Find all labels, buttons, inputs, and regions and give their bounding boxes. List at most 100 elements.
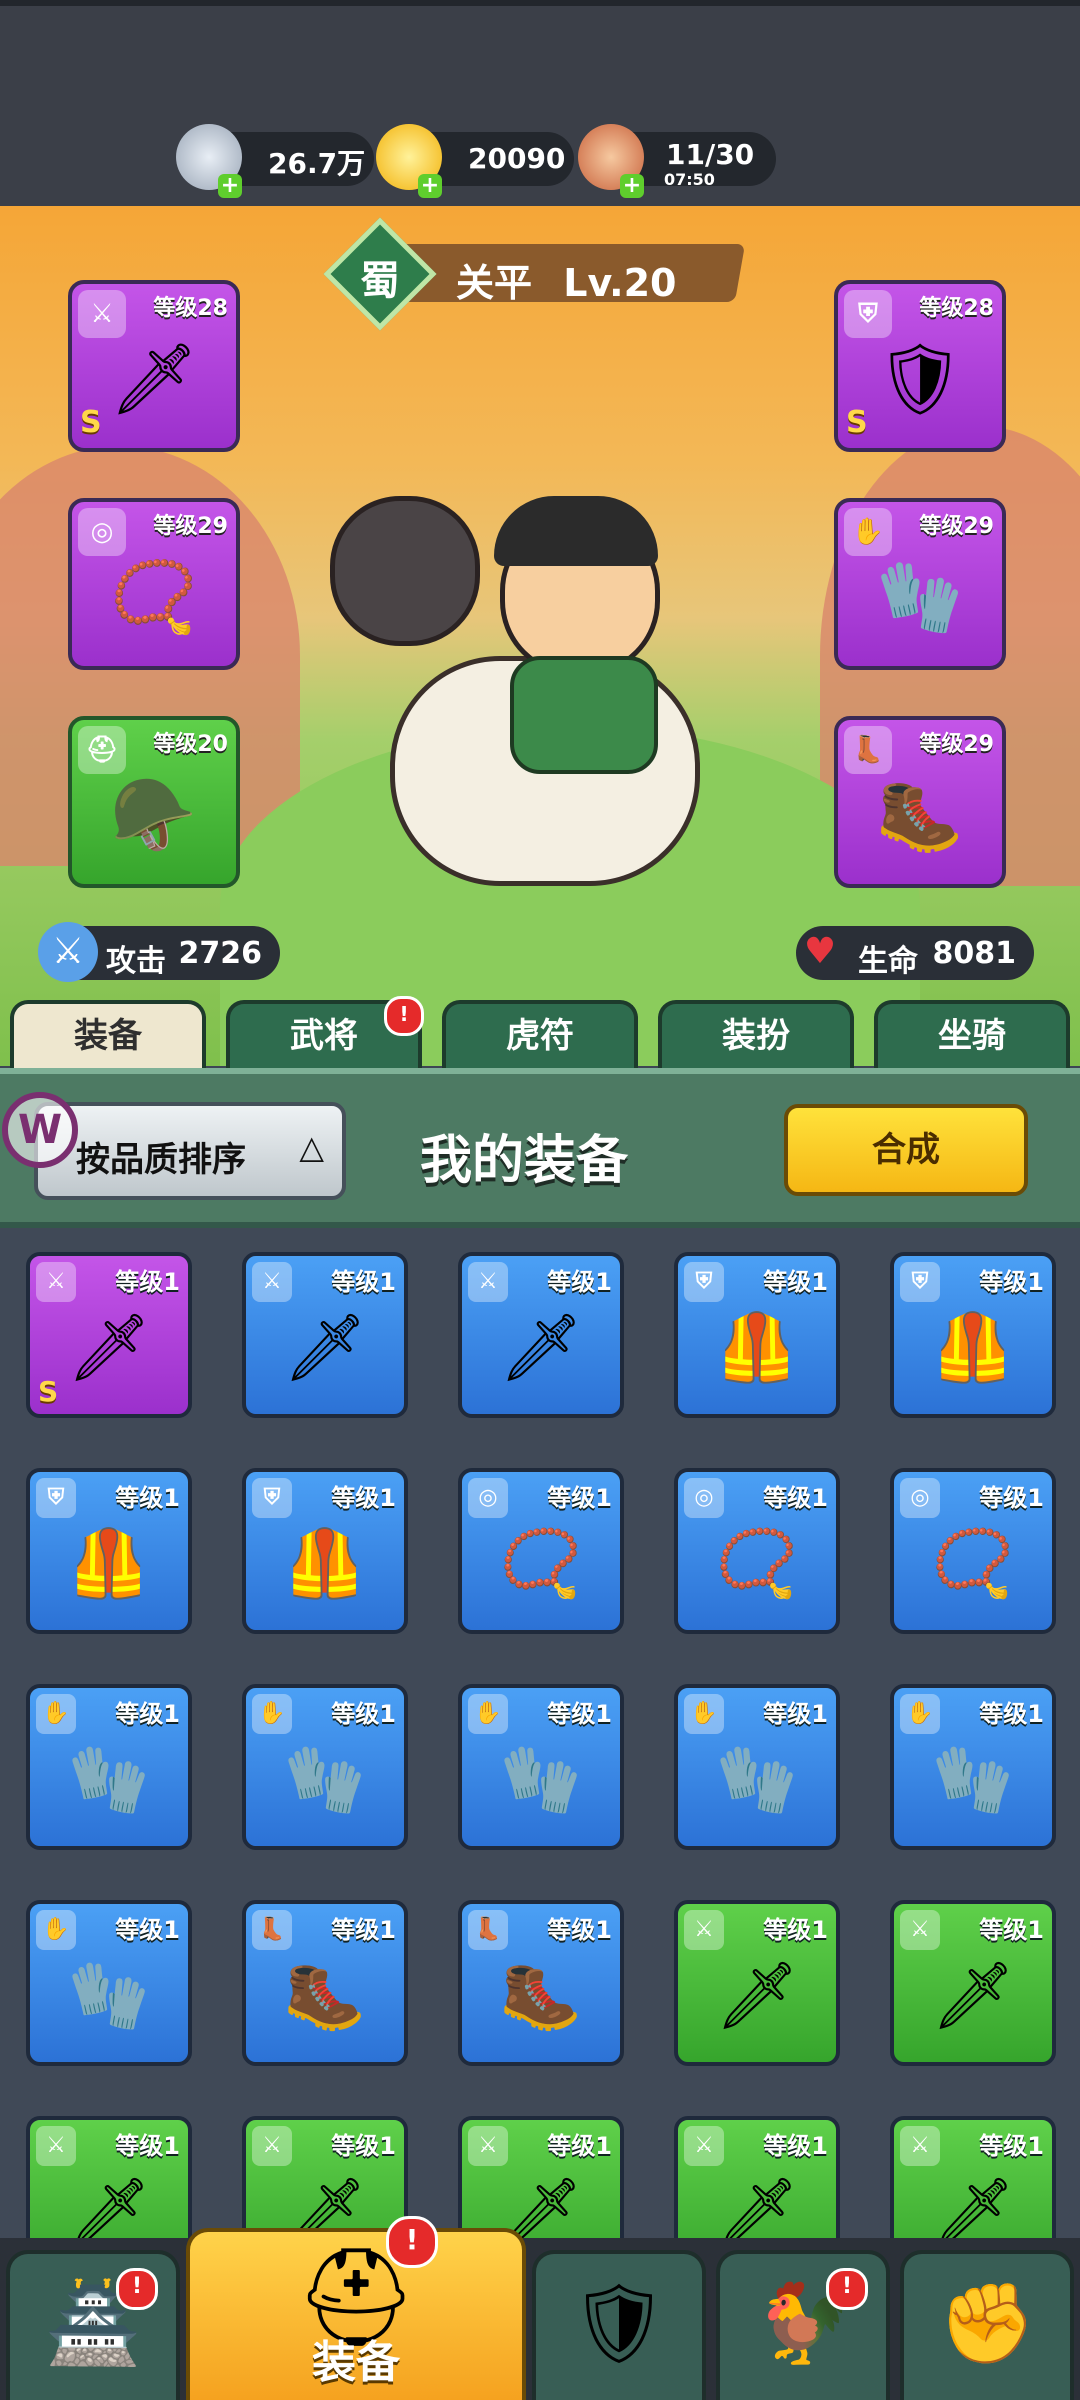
weapon-art-icon: 🗡 bbox=[931, 1956, 1015, 2034]
inventory-item[interactable]: ⛨ 等级1 🦺 bbox=[26, 1468, 192, 1634]
equip-level: 等级29 bbox=[153, 514, 228, 539]
nav-summon[interactable]: 🐓 ! bbox=[716, 2250, 890, 2400]
equip-level: 等级20 bbox=[153, 732, 228, 757]
equip-slot-weapon[interactable]: ⚔ 等级28 🗡 S bbox=[68, 280, 240, 452]
inventory-item[interactable]: ✋ 等级1 🧤 bbox=[26, 1684, 192, 1850]
gloves-art-icon: 🧤 bbox=[931, 1740, 1015, 1818]
alert-badge: ! bbox=[386, 2216, 438, 2268]
nav-battle[interactable]: 🛡 bbox=[532, 2250, 706, 2400]
attack-label: 攻击 bbox=[106, 944, 166, 979]
inventory-item[interactable]: ⚔ 等级1 🗡 bbox=[242, 1252, 408, 1418]
inventory-item[interactable]: ✋ 等级1 🧤 bbox=[242, 1684, 408, 1850]
inventory-item[interactable]: ◎ 等级1 📿 bbox=[674, 1468, 840, 1634]
inventory-item[interactable]: ⚔ 等级1 🗡 bbox=[26, 2116, 192, 2238]
tab-outfit[interactable]: 装扮 bbox=[658, 1000, 854, 1068]
item-level: 等级1 bbox=[763, 2132, 828, 2160]
equip-slot-boots[interactable]: 👢 等级29 🥾 bbox=[834, 716, 1006, 888]
amulet-icon: ◎ bbox=[900, 1478, 940, 1518]
inventory-item[interactable]: ⚔ 等级1 🗡 bbox=[890, 1900, 1056, 2066]
amulet-art-icon: 📿 bbox=[499, 1524, 583, 1602]
plus-icon[interactable]: + bbox=[418, 174, 442, 198]
weapon-art-icon: 🗡 bbox=[499, 1308, 583, 1386]
weapon-icon: ⚔ bbox=[468, 2126, 508, 2166]
inventory-item[interactable]: 👢 等级1 🥾 bbox=[242, 1900, 408, 2066]
helmet-art-icon: 🪖 bbox=[110, 774, 198, 857]
inventory-item[interactable]: ⚔ 等级1 🗡 bbox=[242, 2116, 408, 2238]
weapon-icon: ⚔ bbox=[36, 1262, 76, 1302]
item-level: 等级1 bbox=[763, 1916, 828, 1944]
rarity-badge: S bbox=[846, 405, 868, 440]
inventory-item[interactable]: ◎ 等级1 📿 bbox=[890, 1468, 1056, 1634]
stamina-resource[interactable]: 11/30 07:50 + bbox=[578, 124, 776, 198]
weapon-icon: ⚔ bbox=[900, 2126, 940, 2166]
nav-castle[interactable]: 🏯 ! bbox=[6, 2250, 180, 2400]
tab-tiger-tally[interactable]: 虎符 bbox=[442, 1000, 638, 1068]
inventory-item[interactable]: ⚔ 等级1 🗡 bbox=[890, 2116, 1056, 2238]
armor-icon: ⛨ bbox=[900, 1262, 940, 1302]
inventory-item[interactable]: ⛨ 等级1 🦺 bbox=[674, 1252, 840, 1418]
faction-label: 蜀 bbox=[360, 258, 400, 304]
amulet-icon: ◎ bbox=[468, 1478, 508, 1518]
equip-level: 等级28 bbox=[919, 296, 994, 321]
weapon-art-icon: 🗡 bbox=[931, 2172, 1015, 2238]
hp-label: 生命 bbox=[858, 944, 918, 979]
inventory-item[interactable]: ⚔ 等级1 🗡 bbox=[674, 2116, 840, 2238]
tab-generals[interactable]: 武将 ! bbox=[226, 996, 424, 1068]
hero-level: Lv.20 bbox=[563, 261, 677, 305]
combine-button[interactable]: 合成 bbox=[784, 1104, 1028, 1196]
weapon-icon: ⚔ bbox=[78, 290, 126, 338]
equip-slot-armor[interactable]: ⛨ 等级28 🛡 S bbox=[834, 280, 1006, 452]
inventory-item[interactable]: ✋ 等级1 🧤 bbox=[458, 1684, 624, 1850]
item-level: 等级1 bbox=[979, 1268, 1044, 1296]
fist-upgrade-icon: ✊ bbox=[938, 2279, 1036, 2369]
bottom-navigation: 🏯 ! ⛑ 装备 ! 🛡 🐓 ! ✊ bbox=[0, 2216, 1080, 2400]
item-level: 等级1 bbox=[547, 2132, 612, 2160]
crossed-swords-shield-icon: 🛡 bbox=[569, 2279, 669, 2369]
inventory-item[interactable]: ⛨ 等级1 🦺 bbox=[242, 1468, 408, 1634]
armor-icon: ⛨ bbox=[684, 1262, 724, 1302]
weapon-icon: ⚔ bbox=[900, 1910, 940, 1950]
hero-character[interactable] bbox=[330, 456, 750, 1016]
weapon-icon: ⚔ bbox=[684, 1910, 724, 1950]
hero-name: 关平 bbox=[456, 261, 533, 305]
armor-icon: ⛨ bbox=[36, 1478, 76, 1518]
equip-slot-amulet[interactable]: ◎ 等级29 📿 bbox=[68, 498, 240, 670]
tab-mount[interactable]: 坐骑 bbox=[874, 1000, 1070, 1068]
nav-upgrade[interactable]: ✊ bbox=[900, 2250, 1074, 2400]
inventory-item[interactable]: ⚔ 等级1 🗡 S bbox=[26, 1252, 192, 1418]
helmet-icon: ⛑ bbox=[78, 726, 126, 774]
triangle-up-icon: △ bbox=[299, 1128, 324, 1166]
gauntlet-icon: 🧤 bbox=[876, 556, 964, 639]
inventory-item[interactable]: ✋ 等级1 🧤 bbox=[674, 1684, 840, 1850]
hero-body bbox=[510, 656, 658, 774]
silver-value: 26.7万 bbox=[268, 147, 366, 180]
item-level: 等级1 bbox=[331, 1268, 396, 1296]
watermark-logo-icon: W bbox=[2, 1092, 78, 1168]
inventory-item[interactable]: ◎ 等级1 📿 bbox=[458, 1468, 624, 1634]
inventory-item[interactable]: ⚔ 等级1 🗡 bbox=[458, 2116, 624, 2238]
amulet-icon: ◎ bbox=[684, 1478, 724, 1518]
equip-slot-helmet[interactable]: ⛑ 等级20 🪖 bbox=[68, 716, 240, 888]
equip-slot-gloves[interactable]: ✋ 等级29 🧤 bbox=[834, 498, 1006, 670]
tab-equipment[interactable]: 装备 bbox=[10, 1000, 206, 1068]
inventory-item[interactable]: ⛨ 等级1 🦺 bbox=[890, 1252, 1056, 1418]
gold-resource[interactable]: 20090 + bbox=[376, 124, 574, 198]
boots-icon: 👢 bbox=[844, 726, 892, 774]
plus-icon[interactable]: + bbox=[620, 174, 644, 198]
pendant-icon: 📿 bbox=[110, 556, 198, 639]
sort-by-quality-button[interactable]: 按品质排序 △ bbox=[34, 1102, 346, 1200]
inventory-item[interactable]: ✋ 等级1 🧤 bbox=[26, 1900, 192, 2066]
plus-icon[interactable]: + bbox=[218, 174, 242, 198]
gloves-art-icon: 🧤 bbox=[499, 1740, 583, 1818]
heart-icon: ♥ bbox=[803, 931, 837, 972]
inventory-item[interactable]: ✋ 等级1 🧤 bbox=[890, 1684, 1056, 1850]
gloves-art-icon: 🧤 bbox=[283, 1740, 367, 1818]
silver-resource[interactable]: 26.7万 + bbox=[176, 124, 374, 198]
inventory-item[interactable]: 👢 等级1 🥾 bbox=[458, 1900, 624, 2066]
boots-icon: 👢 bbox=[468, 1910, 508, 1950]
item-level: 等级1 bbox=[331, 2132, 396, 2160]
inventory-item[interactable]: ⚔ 等级1 🗡 bbox=[458, 1252, 624, 1418]
inventory-item[interactable]: ⚔ 等级1 🗡 bbox=[674, 1900, 840, 2066]
nav-equipment[interactable]: ⛑ 装备 ! bbox=[186, 2216, 526, 2400]
item-level: 等级1 bbox=[115, 1268, 180, 1296]
